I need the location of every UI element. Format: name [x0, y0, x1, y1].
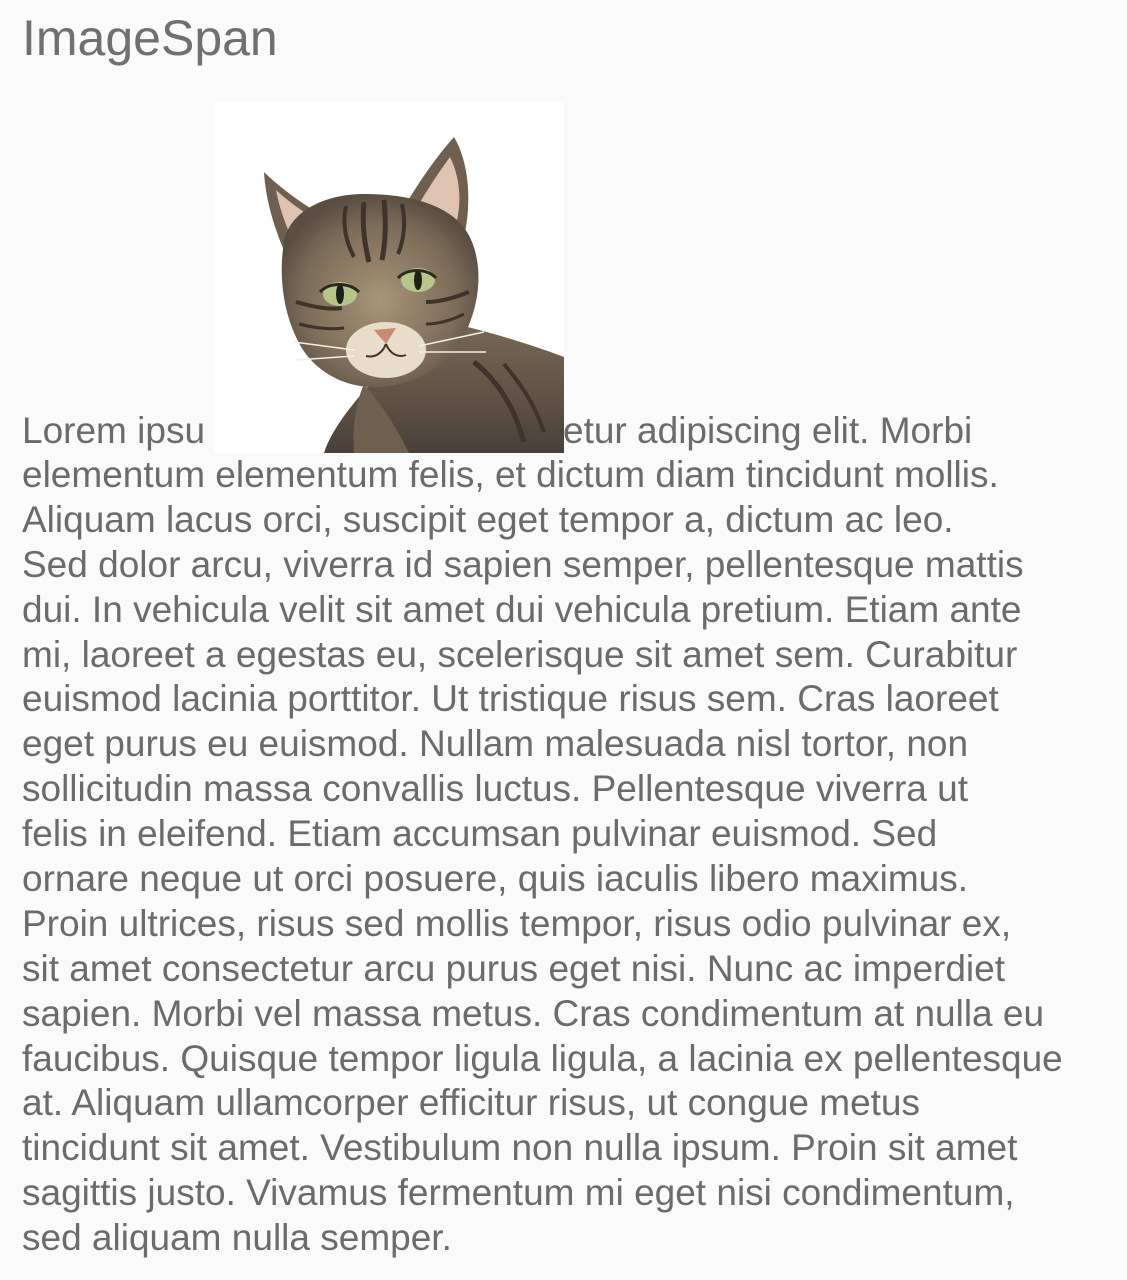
cat-image-span — [214, 102, 564, 453]
page-title: ImageSpan — [22, 10, 278, 66]
paragraph-first-line: Lorem ipsu etur adipiscing elit. Morbi — [22, 408, 1122, 453]
paragraph-line: sagittis justo. Vivamus fermentum mi ege… — [22, 1172, 1015, 1214]
paragraph-line: sapien. Morbi vel massa metus. Cras cond… — [22, 992, 1045, 1034]
paragraph-line: sit amet consectetur arcu purus eget nis… — [22, 947, 1006, 989]
paragraph-line: felis in eleifend. Etiam accumsan pulvin… — [22, 813, 938, 855]
paragraph-line: Sed dolor arcu, viverra id sapien semper… — [22, 543, 1024, 585]
paragraph-line: elementum elementum felis, et dictum dia… — [22, 454, 999, 495]
paragraph-body: elementum elementum felis, et dictum dia… — [22, 453, 1122, 1261]
first-line-start-text: Lorem ipsu — [22, 410, 206, 451]
paragraph-line: euismod lacinia porttitor. Ut tristique … — [22, 678, 999, 720]
paragraph-line: sed aliquam nulla semper. — [22, 1217, 452, 1259]
paragraph-line: dui. In vehicula velit sit amet dui vehi… — [22, 588, 1022, 630]
paragraph-line: Aliquam lacus orci, suscipit eget tempor… — [22, 498, 954, 540]
paragraph-line: eget purus eu euismod. Nullam malesuada … — [22, 723, 969, 765]
cat-photo-icon — [264, 137, 564, 453]
paragraph-line: faucibus. Quisque tempor ligula ligula, … — [22, 1037, 1063, 1079]
paragraph-line: Proin ultrices, risus sed mollis tempor,… — [22, 902, 1012, 944]
first-line-end-text: etur adipiscing elit. Morbi — [563, 410, 973, 451]
paragraph-line: tincidunt sit amet. Vestibulum non nulla… — [22, 1127, 1018, 1169]
paragraph-line: ornare neque ut orci posuere, quis iacul… — [22, 858, 969, 900]
paragraph-line: at. Aliquam ullamcorper efficitur risus,… — [22, 1082, 921, 1124]
paragraph-line: mi, laoreet a egestas eu, scelerisque si… — [22, 633, 1018, 675]
paragraph-line: sollicitudin massa convallis luctus. Pel… — [22, 768, 968, 810]
